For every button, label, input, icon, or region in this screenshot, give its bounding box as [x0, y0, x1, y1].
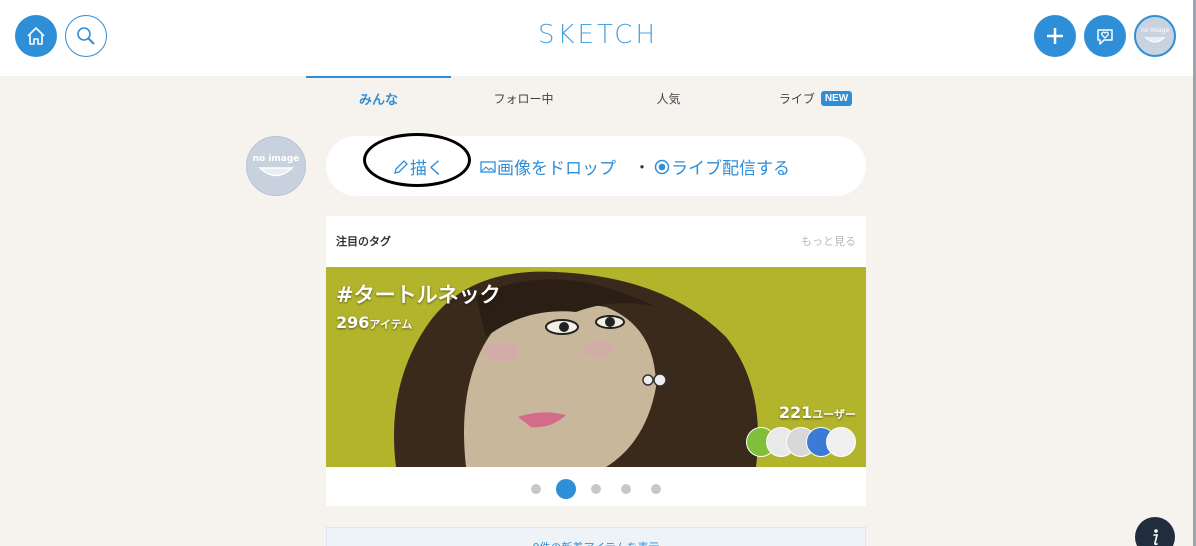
item-count-unit: アイテム — [369, 318, 413, 331]
drop-image-button[interactable]: 画像をドロップ — [479, 154, 616, 179]
notifications-button[interactable] — [1084, 15, 1126, 57]
drop-image-label: 画像をドロップ — [497, 159, 616, 179]
tag-title: #タートルネック — [336, 283, 501, 307]
live-label: ライブ配信する — [671, 159, 790, 179]
tab-popular[interactable]: 人気 — [596, 76, 741, 120]
create-button[interactable] — [1034, 15, 1076, 57]
tab-following[interactable]: フォロー中 — [451, 76, 596, 120]
featured-tags-card: 注目のタグ もっと見る #タートルネック 296アイテム 221ユーザー — [326, 216, 866, 506]
item-count-value: 296 — [336, 313, 370, 332]
feed-tabs: みんな フォロー中 人気 ライブ NEW — [306, 76, 890, 120]
no-image-avatar-icon: no image — [253, 154, 300, 177]
carousel-dots — [326, 478, 866, 499]
card-title: 注目のタグ — [336, 235, 391, 248]
carousel-dot[interactable] — [591, 484, 601, 494]
separator: ・ — [634, 158, 651, 177]
user-count-value: 221 — [778, 403, 813, 422]
user-thumbnail[interactable] — [826, 427, 856, 457]
app-logo[interactable]: SKETCH — [0, 20, 1196, 50]
tab-label: フォロー中 — [493, 91, 554, 106]
user-count: 221ユーザー — [779, 403, 856, 422]
carousel-dot[interactable] — [651, 484, 661, 494]
image-icon — [480, 160, 496, 173]
plus-icon — [1047, 28, 1063, 44]
tab-label: 人気 — [656, 91, 681, 106]
heart-bubble-icon — [1097, 29, 1113, 45]
carousel-dot[interactable] — [531, 484, 541, 494]
new-badge: NEW — [820, 90, 853, 106]
app-header: SKETCH no image — [0, 0, 1196, 76]
annotation-ellipse — [363, 133, 471, 187]
svg-text:no image: no image — [253, 154, 300, 164]
user-count-unit: ユーザー — [812, 408, 856, 421]
tab-label: ライブ — [778, 91, 815, 106]
user-thumbnails — [746, 427, 856, 457]
tag-banner[interactable]: #タートルネック 296アイテム 221ユーザー — [326, 267, 866, 467]
live-icon — [654, 159, 670, 174]
no-image-avatar-icon: no image — [1141, 27, 1169, 43]
live-stream-button[interactable]: ライブ配信する — [653, 154, 790, 179]
info-icon — [1153, 529, 1159, 546]
see-more-link[interactable]: もっと見る — [801, 233, 856, 249]
tab-label: みんな — [358, 92, 398, 108]
carousel-dot[interactable] — [621, 484, 631, 494]
tab-everyone[interactable]: みんな — [306, 76, 451, 120]
tab-live[interactable]: ライブ NEW — [741, 76, 890, 120]
my-avatar[interactable]: no image — [246, 136, 306, 196]
show-new-items-button[interactable]: 0件の新着アイテムを表示 — [326, 527, 866, 546]
carousel-dot-active[interactable] — [556, 479, 576, 499]
svg-text:no image: no image — [1141, 27, 1169, 34]
item-count: 296アイテム — [336, 313, 412, 332]
user-avatar-button[interactable]: no image — [1134, 15, 1176, 57]
info-button[interactable] — [1135, 517, 1175, 546]
